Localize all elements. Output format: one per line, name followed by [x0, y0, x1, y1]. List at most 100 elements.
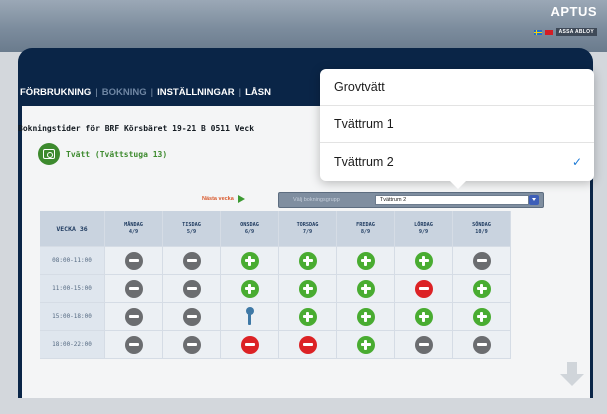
available-slot-icon[interactable]: [356, 251, 375, 270]
nav-separator: |: [150, 86, 154, 98]
booking-group-select[interactable]: Tvättrum 2: [374, 195, 529, 205]
slot-cell: [105, 247, 163, 275]
unavailable-slot-icon: [414, 335, 433, 354]
brand-sub: ASSA ABLOY: [555, 28, 597, 36]
day-date: 5/9: [186, 228, 197, 235]
dropdown-option-label: Tvättrum 1: [334, 117, 394, 131]
day-name: LÖRDAG: [414, 221, 433, 228]
day-header: SÖNDAG 10/9: [453, 211, 511, 247]
time-slot-row: 15:00-18:00: [40, 303, 545, 331]
available-slot-icon[interactable]: [298, 307, 317, 326]
available-slot-icon[interactable]: [356, 335, 375, 354]
slot-cell: [453, 247, 511, 275]
slot-cell: [395, 331, 453, 359]
nav-item-forbrukning[interactable]: FÖRBRUKNING: [20, 87, 91, 98]
slot-cell[interactable]: [337, 275, 395, 303]
slot-cell[interactable]: [337, 331, 395, 359]
grid-header-row: VECKA 36 MÅNDAG 4/9 TISDAG 5/9 ONSDAG 6/9 T…: [40, 211, 545, 247]
unavailable-slot-icon: [124, 307, 143, 326]
time-slot-row: 18:00-22:00: [40, 331, 545, 359]
slot-cell[interactable]: [221, 275, 279, 303]
brand-row: ASSA ABLOY: [533, 28, 597, 36]
day-header: MÅNDAG 4/9: [105, 211, 163, 247]
dropdown-option-tvattrum-1[interactable]: Tvättrum 1: [320, 106, 594, 143]
next-week-label: Nästa vecka: [202, 196, 234, 202]
day-name: SÖNDAG: [472, 221, 491, 228]
slot-cell[interactable]: [279, 331, 337, 359]
available-slot-icon[interactable]: [356, 307, 375, 326]
available-slot-icon[interactable]: [472, 279, 491, 298]
slot-cell[interactable]: [221, 303, 279, 331]
nav-item-lasning[interactable]: LÅSN: [245, 87, 271, 98]
time-slot-row: 11:00-15:00: [40, 275, 545, 303]
time-slot-label: 11:00-15:00: [40, 275, 105, 303]
slot-cell[interactable]: [395, 275, 453, 303]
available-slot-icon[interactable]: [298, 251, 317, 270]
arrow-down-icon[interactable]: [560, 362, 584, 388]
nav-item-bokning[interactable]: BOKNING: [102, 87, 147, 98]
day-date: 7/9: [302, 228, 313, 235]
available-slot-icon[interactable]: [298, 279, 317, 298]
slot-cell[interactable]: [337, 247, 395, 275]
slot-cell[interactable]: [221, 331, 279, 359]
nav-item-installningar[interactable]: INSTÄLLNINGAR: [157, 87, 235, 98]
available-slot-icon[interactable]: [240, 251, 259, 270]
slot-cell[interactable]: [453, 275, 511, 303]
booked-slot-icon[interactable]: [298, 335, 317, 354]
day-date: 10/9: [475, 228, 488, 235]
slot-cell: [163, 247, 221, 275]
slot-cell[interactable]: [279, 275, 337, 303]
unavailable-slot-icon: [124, 251, 143, 270]
slot-cell[interactable]: [279, 303, 337, 331]
next-week-link[interactable]: Nästa vecka: [202, 195, 245, 203]
slot-cell: [163, 331, 221, 359]
swedish-flag-icon[interactable]: [533, 29, 542, 35]
day-name: TISDAG: [182, 221, 201, 228]
day-header: TISDAG 5/9: [163, 211, 221, 247]
slot-cell[interactable]: [221, 247, 279, 275]
page-title: Bokningstider för BRF Körsbäret 19-21 B …: [18, 124, 255, 133]
brand-name: APTUS: [550, 4, 597, 19]
booking-grid: VECKA 36 MÅNDAG 4/9 TISDAG 5/9 ONSDAG 6/9 T…: [40, 211, 545, 374]
slot-cell: [105, 275, 163, 303]
own-booking-key-icon[interactable]: [244, 306, 256, 327]
available-slot-icon[interactable]: [472, 307, 491, 326]
booking-group-select-bar: Välj bokningsgrupp Tvättrum 2: [278, 192, 544, 208]
day-header: ONSDAG 6/9: [221, 211, 279, 247]
available-slot-icon[interactable]: [414, 251, 433, 270]
booked-slot-icon[interactable]: [240, 335, 259, 354]
dropdown-option-tvattrum-2[interactable]: Tvättrum 2 ✓: [320, 143, 594, 180]
slot-cell[interactable]: [279, 247, 337, 275]
slot-cell[interactable]: [395, 247, 453, 275]
time-slot-label: 18:00-22:00: [40, 331, 105, 359]
slot-cell[interactable]: [453, 303, 511, 331]
time-slot-row: 08:00-11:00: [40, 247, 545, 275]
dropdown-option-label: Grovtvätt: [334, 80, 385, 94]
day-date: 8/9: [360, 228, 371, 235]
nav-separator: |: [95, 86, 98, 98]
booking-group-label: Välj bokningsgrupp: [293, 197, 340, 203]
booked-slot-icon[interactable]: [414, 279, 433, 298]
available-slot-icon[interactable]: [240, 279, 259, 298]
chevron-down-icon[interactable]: [528, 195, 539, 205]
slot-cell[interactable]: [395, 303, 453, 331]
available-slot-icon[interactable]: [414, 307, 433, 326]
available-slot-icon[interactable]: [356, 279, 375, 298]
time-slot-label: 15:00-18:00: [40, 303, 105, 331]
slot-cell[interactable]: [337, 303, 395, 331]
nav-separator: |: [238, 86, 242, 98]
slot-cell: [453, 331, 511, 359]
day-name: FREDAG: [356, 221, 375, 228]
norwegian-flag-icon[interactable]: [544, 29, 553, 35]
day-header: FREDAG 8/9: [337, 211, 395, 247]
dropdown-option-label: Tvättrum 2: [334, 154, 394, 169]
dropdown-option-grovtvatt[interactable]: Grovtvätt: [320, 69, 594, 106]
slot-cell: [163, 275, 221, 303]
unavailable-slot-icon: [182, 251, 201, 270]
day-date: 6/9: [244, 228, 255, 235]
booking-group-dropdown: Grovtvätt Tvättrum 1 Tvättrum 2 ✓: [320, 69, 594, 181]
day-name: ONSDAG: [240, 221, 259, 228]
unavailable-slot-icon: [182, 335, 201, 354]
week-label: VECKA 36: [40, 211, 105, 247]
unavailable-slot-icon: [182, 307, 201, 326]
